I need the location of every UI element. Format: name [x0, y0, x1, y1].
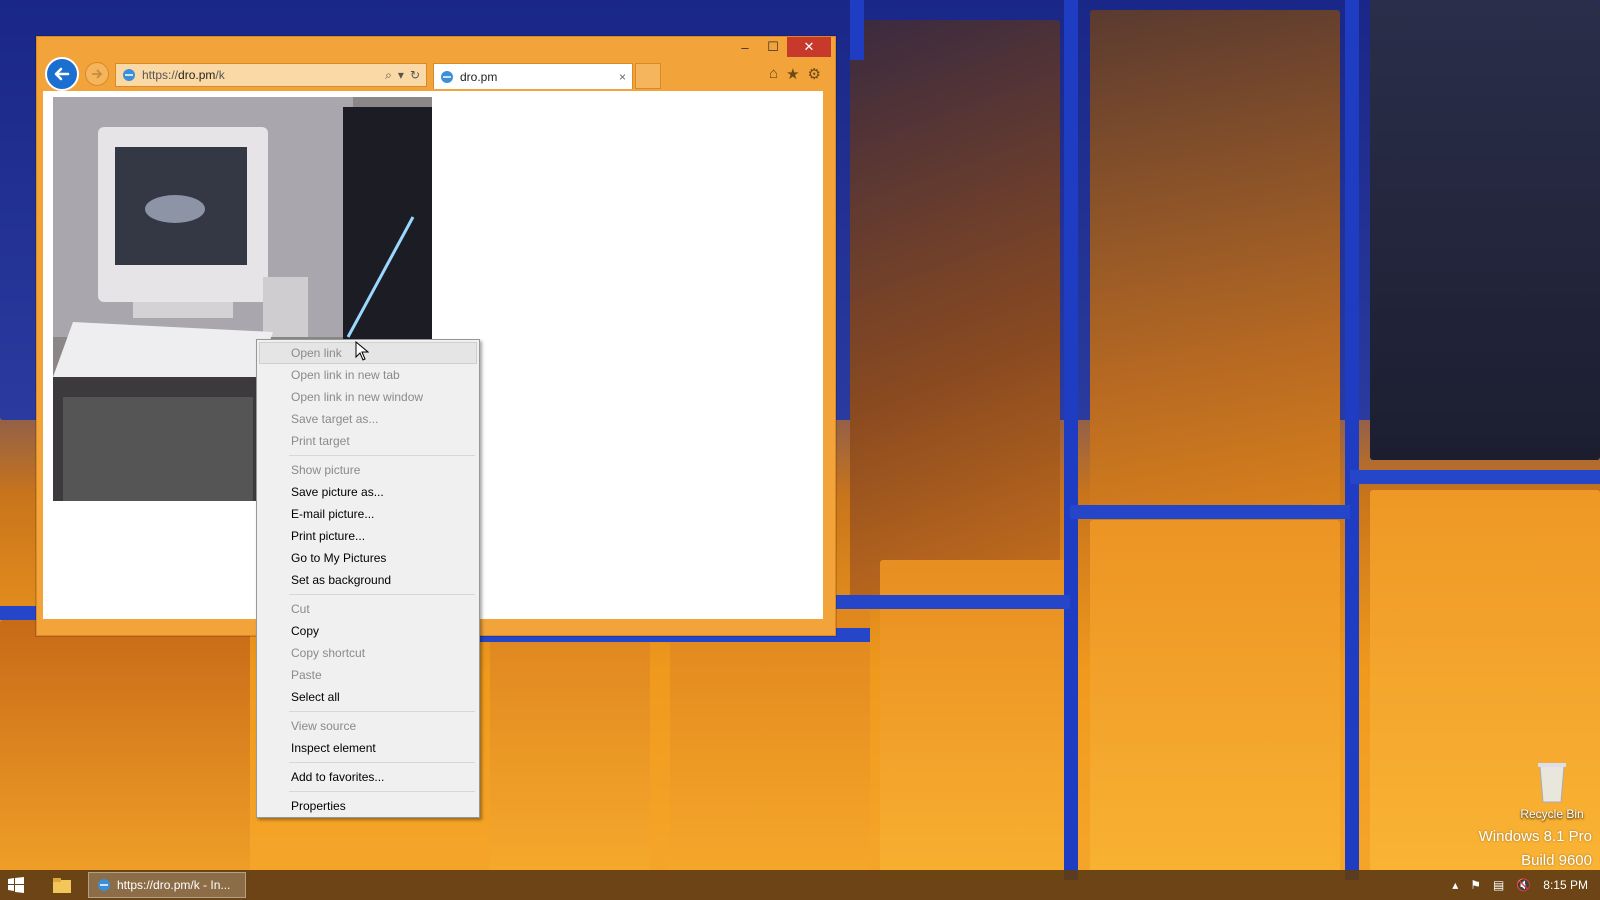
search-icon[interactable]: ⌕	[385, 68, 392, 83]
recycle-bin[interactable]: Recycle Bin	[1514, 760, 1590, 821]
menu-item-open-link-in-new-tab[interactable]: Open link in new tab	[259, 364, 477, 386]
menu-item-print-picture[interactable]: Print picture...	[259, 525, 477, 547]
menu-item-view-source[interactable]: View source	[259, 715, 477, 737]
network-icon[interactable]: ▤	[1493, 878, 1504, 892]
menu-item-inspect-element[interactable]: Inspect element	[259, 737, 477, 759]
menu-item-cut[interactable]: Cut	[259, 598, 477, 620]
settings-gear-icon[interactable]: ⚙	[808, 65, 821, 83]
tab-close-icon[interactable]: ×	[619, 70, 632, 84]
minimize-button[interactable]: –	[731, 37, 759, 57]
address-url: https://dro.pm/k	[142, 68, 225, 82]
menu-item-paste[interactable]: Paste	[259, 664, 477, 686]
back-arrow-icon	[54, 67, 70, 81]
menu-item-set-as-background[interactable]: Set as background	[259, 569, 477, 591]
recycle-bin-label: Recycle Bin	[1520, 807, 1584, 821]
home-icon[interactable]: ⌂	[769, 65, 778, 83]
close-window-button[interactable]: ✕	[787, 37, 831, 57]
taskbar-item-label: https://dro.pm/k - In...	[117, 878, 231, 892]
forward-button[interactable]	[85, 62, 109, 86]
tab-dro-pm[interactable]: dro.pm ×	[433, 63, 633, 89]
context-menu: Open link Open link in new tab Open link i…	[256, 339, 480, 818]
volume-muted-icon[interactable]: 🔇	[1516, 878, 1531, 892]
maximize-button[interactable]: ☐	[759, 37, 787, 57]
menu-item-go-to-my-pictures[interactable]: Go to My Pictures	[259, 547, 477, 569]
recycle-bin-icon	[1538, 763, 1566, 803]
menu-separator	[289, 711, 475, 712]
show-hidden-icons-icon[interactable]: ▴	[1452, 878, 1458, 892]
dropdown-icon[interactable]: ▾	[398, 68, 404, 83]
address-bar[interactable]: https://dro.pm/k ⌕ ▾ ↻	[115, 63, 427, 87]
forward-arrow-icon	[92, 69, 103, 79]
ie-page-icon	[123, 69, 135, 81]
refresh-icon[interactable]: ↻	[410, 68, 420, 83]
menu-item-show-picture[interactable]: Show picture	[259, 459, 477, 481]
menu-separator	[289, 791, 475, 792]
taskbar: https://dro.pm/k - In... ▴ ⚑ ▤ 🔇 8:15 PM	[0, 870, 1600, 900]
back-button[interactable]	[45, 57, 79, 91]
menu-item-save-picture-as[interactable]: Save picture as...	[259, 481, 477, 503]
menu-separator	[289, 594, 475, 595]
taskbar-ie-window[interactable]: https://dro.pm/k - In...	[88, 872, 246, 898]
file-explorer-icon[interactable]	[52, 876, 72, 894]
os-edition-text: Windows 8.1 Pro	[1478, 828, 1592, 845]
menu-separator	[289, 455, 475, 456]
clock[interactable]: 8:15 PM	[1543, 878, 1588, 892]
menu-item-save-target-as[interactable]: Save target as...	[259, 408, 477, 430]
mouse-cursor-icon	[355, 341, 369, 361]
ie-taskbar-icon	[98, 879, 110, 891]
menu-item-select-all[interactable]: Select all	[259, 686, 477, 708]
new-tab-button[interactable]	[635, 63, 661, 89]
tab-title: dro.pm	[460, 69, 498, 84]
menu-item-open-link-in-new-window[interactable]: Open link in new window	[259, 386, 477, 408]
menu-item-copy-shortcut[interactable]: Copy shortcut	[259, 642, 477, 664]
os-build-text: Build 9600	[1521, 852, 1592, 869]
ie-tab-icon	[441, 70, 453, 83]
menu-item-e-mail-picture[interactable]: E-mail picture...	[259, 503, 477, 525]
menu-item-print-target[interactable]: Print target	[259, 430, 477, 452]
start-windows-icon[interactable]	[8, 877, 24, 893]
action-center-flag-icon[interactable]: ⚑	[1470, 878, 1481, 892]
menu-item-add-to-favorites[interactable]: Add to favorites...	[259, 766, 477, 788]
favorites-star-icon[interactable]: ★	[786, 65, 799, 83]
menu-item-properties[interactable]: Properties	[259, 795, 477, 817]
menu-item-copy[interactable]: Copy	[259, 620, 477, 642]
menu-separator	[289, 762, 475, 763]
system-tray: ▴ ⚑ ▤ 🔇 8:15 PM	[1452, 870, 1588, 900]
